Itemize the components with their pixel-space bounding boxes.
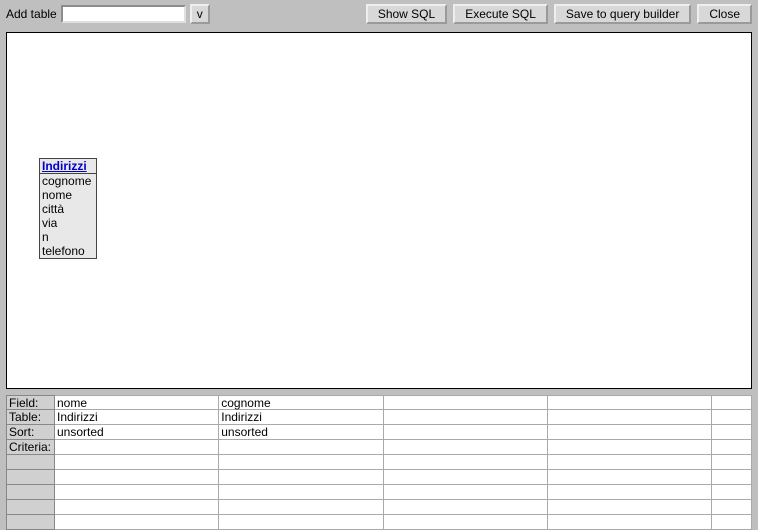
grid-column: nome Indirizzi unsorted [55,395,219,530]
row-label-extra [6,470,55,485]
grid-cell-extra[interactable] [219,500,383,515]
row-label-extra [6,515,55,530]
table-box-indirizzi[interactable]: Indirizzi cognome nome città via n telef… [39,158,97,259]
grid-cell-extra[interactable] [712,485,752,500]
grid-cell-criteria[interactable] [55,440,219,455]
grid-cell-extra[interactable] [548,500,712,515]
query-grid: Field: Table: Sort: Criteria: nome Indir… [6,395,752,530]
table-box-title[interactable]: Indirizzi [40,159,96,174]
row-label-table: Table: [6,410,55,425]
grid-cell-sort[interactable] [548,425,712,440]
show-sql-button[interactable]: Show SQL [366,4,447,24]
grid-cell-sort[interactable] [712,425,752,440]
grid-cell-table[interactable]: Indirizzi [55,410,219,425]
grid-cell-extra[interactable] [55,470,219,485]
grid-cell-extra[interactable] [55,455,219,470]
grid-cell-sort[interactable]: unsorted [219,425,383,440]
row-label-extra [6,485,55,500]
grid-cell-extra[interactable] [384,500,548,515]
grid-cell-extra[interactable] [384,470,548,485]
grid-column [712,395,752,530]
table-field[interactable]: cognome [40,174,96,188]
row-label-extra [6,455,55,470]
grid-cell-extra[interactable] [712,500,752,515]
grid-column [548,395,712,530]
grid-cell-table[interactable] [384,410,548,425]
grid-cell-field[interactable]: cognome [219,395,383,410]
grid-cell-field[interactable]: nome [55,395,219,410]
grid-cell-extra[interactable] [55,500,219,515]
grid-cell-extra[interactable] [384,515,548,530]
grid-cell-sort[interactable] [384,425,548,440]
grid-cell-extra[interactable] [548,455,712,470]
grid-cell-extra[interactable] [55,515,219,530]
grid-cell-extra[interactable] [384,455,548,470]
grid-cell-extra[interactable] [548,470,712,485]
grid-cell-extra[interactable] [219,485,383,500]
close-button[interactable]: Close [697,4,752,24]
table-field[interactable]: via [40,216,96,230]
grid-cell-table[interactable] [548,410,712,425]
grid-cell-extra[interactable] [55,485,219,500]
grid-cell-field[interactable] [384,395,548,410]
grid-cell-criteria[interactable] [712,440,752,455]
grid-column: cognome Indirizzi unsorted [219,395,383,530]
grid-cell-extra[interactable] [712,470,752,485]
add-table-dropdown-button[interactable]: v [190,4,210,24]
row-label-extra [6,500,55,515]
grid-cell-extra[interactable] [712,515,752,530]
table-field[interactable]: telefono [40,244,96,258]
grid-cell-extra[interactable] [219,455,383,470]
grid-cell-extra[interactable] [548,515,712,530]
table-field[interactable]: città [40,202,96,216]
add-table-label: Add table [6,7,57,21]
grid-cell-extra[interactable] [548,485,712,500]
grid-cell-criteria[interactable] [384,440,548,455]
grid-cell-table[interactable]: Indirizzi [219,410,383,425]
row-label-criteria: Criteria: [6,440,55,455]
row-label-field: Field: [6,395,55,410]
grid-column [384,395,548,530]
grid-cell-table[interactable] [712,410,752,425]
grid-row-labels: Field: Table: Sort: Criteria: [6,395,55,530]
row-label-sort: Sort: [6,425,55,440]
grid-cell-extra[interactable] [384,485,548,500]
grid-cell-criteria[interactable] [219,440,383,455]
grid-cell-field[interactable] [712,395,752,410]
execute-sql-button[interactable]: Execute SQL [453,4,548,24]
grid-cell-sort[interactable]: unsorted [55,425,219,440]
grid-cell-extra[interactable] [219,515,383,530]
grid-cell-extra[interactable] [712,455,752,470]
grid-cell-criteria[interactable] [548,440,712,455]
design-canvas[interactable]: Indirizzi cognome nome città via n telef… [6,32,752,389]
table-field[interactable]: n [40,230,96,244]
save-to-query-builder-button[interactable]: Save to query builder [554,4,691,24]
table-field[interactable]: nome [40,188,96,202]
grid-cell-extra[interactable] [219,470,383,485]
toolbar: Add table v Show SQL Execute SQL Save to… [0,0,758,28]
grid-cell-field[interactable] [548,395,712,410]
add-table-input[interactable] [61,5,186,23]
